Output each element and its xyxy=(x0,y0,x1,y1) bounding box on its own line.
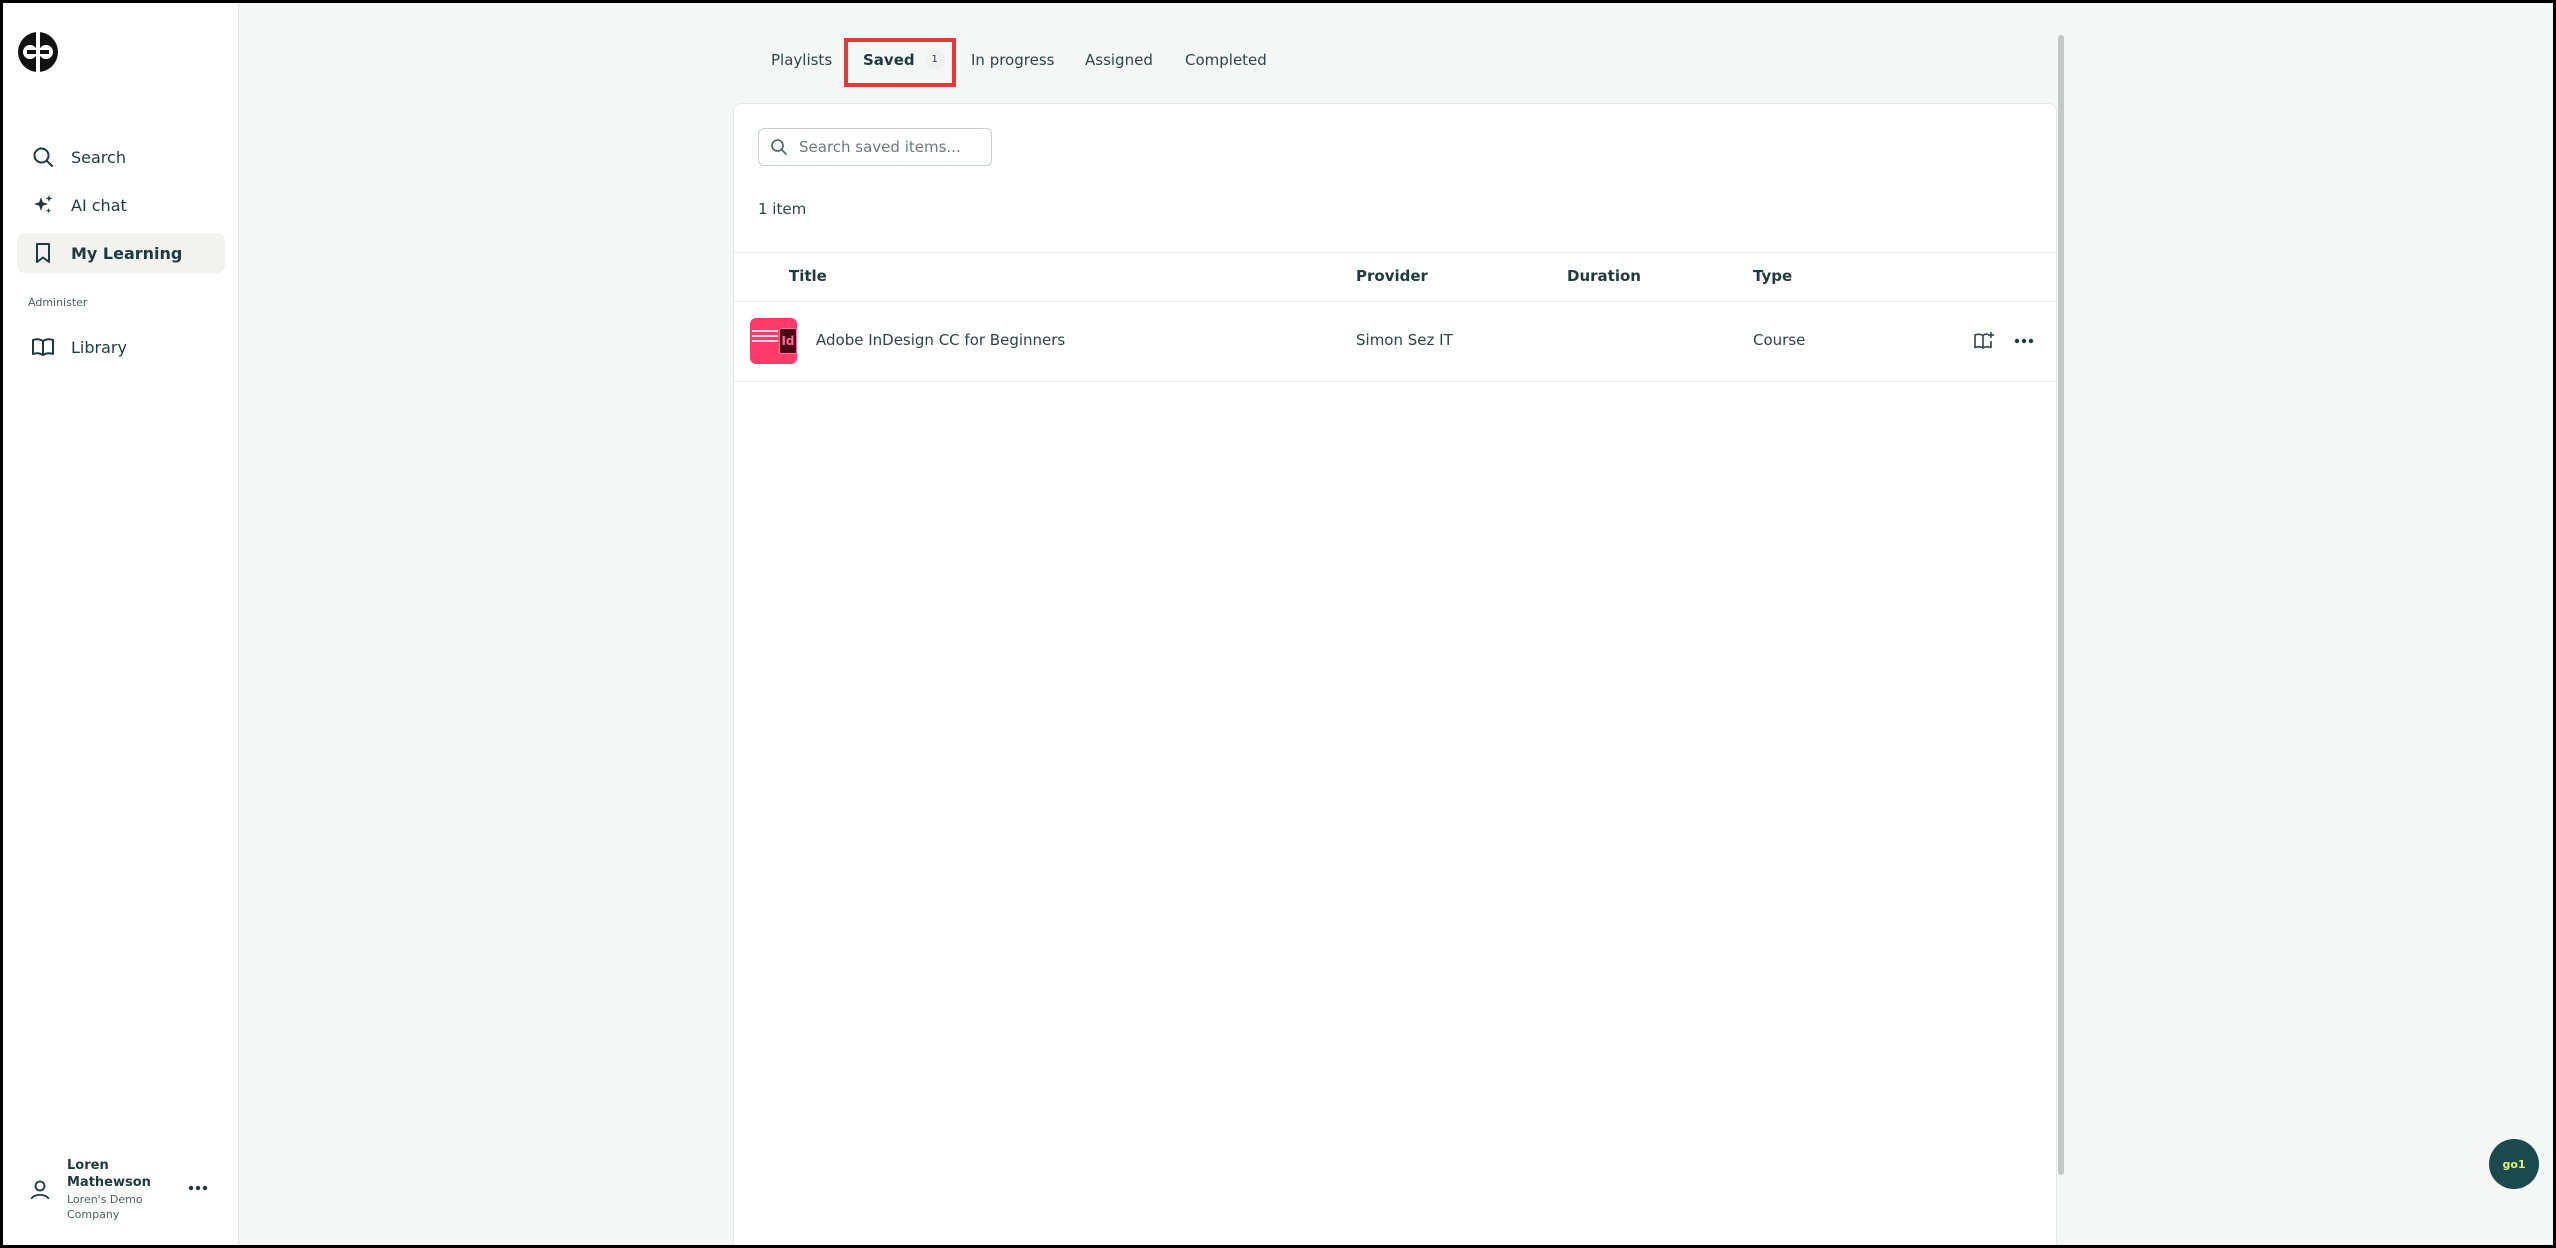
sidebar-item-search[interactable]: Search xyxy=(17,137,225,177)
user-org: Loren's Demo Company xyxy=(67,1193,143,1221)
search-box[interactable] xyxy=(758,128,992,166)
indesign-logo-icon: Id xyxy=(779,328,797,354)
more-options-icon[interactable] xyxy=(183,1173,213,1203)
saved-items-panel: 1 item Title Provider Duration Type Id A… xyxy=(733,103,2057,1245)
column-header-duration: Duration xyxy=(1567,267,1641,285)
logo-icon[interactable] xyxy=(16,30,60,74)
add-to-playlist-icon[interactable] xyxy=(1970,327,1998,355)
chat-launcher-button[interactable]: go1 xyxy=(2489,1139,2539,1189)
course-provider: Simon Sez IT xyxy=(1356,331,1453,349)
sidebar: Search AI chat My Learning Administer Li… xyxy=(3,3,239,1245)
user-name: Loren Mathewson xyxy=(67,1158,151,1190)
sidebar-item-label: Library xyxy=(71,337,127,357)
tab-label: Playlists xyxy=(771,51,833,69)
item-count: 1 item xyxy=(758,200,807,218)
sidebar-item-my-learning[interactable]: My Learning xyxy=(17,233,225,273)
sidebar-item-ai-chat[interactable]: AI chat xyxy=(17,185,225,225)
table-row[interactable]: Id Adobe InDesign CC for Beginners Simon… xyxy=(734,301,2056,382)
course-type: Course xyxy=(1753,331,1806,349)
bookmark-icon xyxy=(31,241,55,265)
table-header: Title Provider Duration Type xyxy=(734,252,2056,302)
tab-playlists[interactable]: Playlists xyxy=(771,38,832,82)
search-icon xyxy=(769,137,789,157)
tab-label: Completed xyxy=(1185,51,1267,69)
course-thumbnail: Id xyxy=(750,318,797,364)
search-input[interactable] xyxy=(797,137,991,157)
section-label-administer: Administer xyxy=(28,296,88,309)
sidebar-item-label: Search xyxy=(71,147,126,167)
scrollbar[interactable] xyxy=(2056,35,2066,1175)
tab-completed[interactable]: Completed xyxy=(1185,38,1267,82)
scrollbar-thumb[interactable] xyxy=(2058,35,2064,1175)
user-icon xyxy=(28,1178,52,1202)
app-window: Search AI chat My Learning Administer Li… xyxy=(3,3,2553,1245)
user-profile: Loren Mathewson Loren's Demo Company xyxy=(3,1155,238,1245)
course-title[interactable]: Adobe InDesign CC for Beginners xyxy=(816,331,1065,349)
sidebar-item-label: AI chat xyxy=(71,195,127,215)
tab-highlight-box xyxy=(844,38,956,87)
tab-in-progress[interactable]: In progress xyxy=(971,38,1054,82)
search-icon xyxy=(31,145,55,169)
sidebar-item-label: My Learning xyxy=(71,243,183,263)
more-options-icon[interactable] xyxy=(2010,327,2038,355)
tab-label: In progress xyxy=(971,51,1055,69)
column-header-provider: Provider xyxy=(1356,267,1428,285)
book-icon xyxy=(31,335,55,359)
column-header-title: Title xyxy=(789,267,827,285)
chat-launcher-label: go1 xyxy=(2502,1157,2526,1171)
column-header-type: Type xyxy=(1753,267,1793,285)
tab-assigned[interactable]: Assigned xyxy=(1085,38,1153,82)
sparkle-icon xyxy=(31,193,55,217)
sidebar-item-library[interactable]: Library xyxy=(17,327,225,367)
tab-label: Assigned xyxy=(1085,51,1153,69)
